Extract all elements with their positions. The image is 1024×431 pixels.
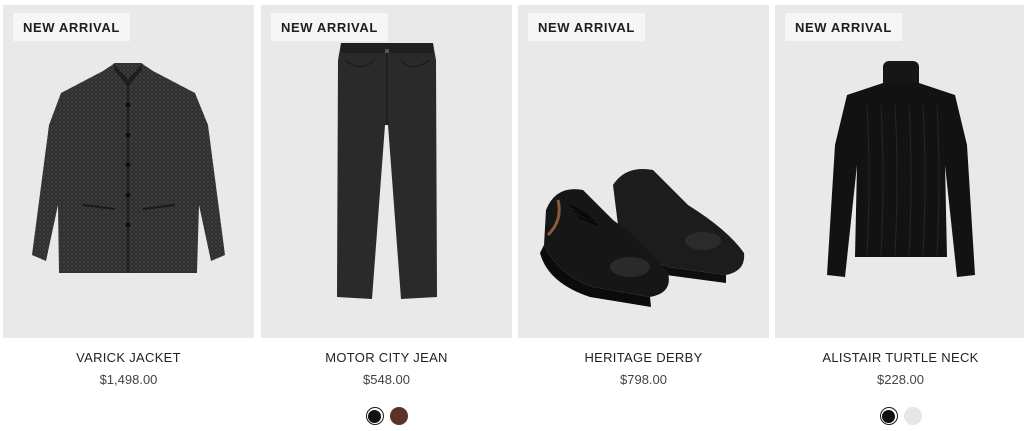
jacket-image <box>32 63 225 273</box>
swatch-brown-dot <box>389 407 408 425</box>
turtleneck-image <box>827 61 975 277</box>
new-arrival-badge: NEW ARRIVAL <box>785 13 902 41</box>
new-arrival-badge: NEW ARRIVAL <box>271 13 388 41</box>
product-name[interactable]: ALISTAIR TURTLE NECK <box>775 350 1024 365</box>
product-price: $1,498.00 <box>99 372 158 387</box>
swatch-light-gray-dot <box>903 407 922 425</box>
product-name[interactable]: VARICK JACKET <box>3 350 254 365</box>
swatch-light-gray[interactable] <box>903 407 922 425</box>
product-image-link[interactable]: NEW ARRIVAL <box>775 5 1024 338</box>
color-swatches <box>261 407 512 425</box>
new-arrival-badge: NEW ARRIVAL <box>528 13 645 41</box>
product-card-varick-jacket[interactable]: NEW ARRIVAL VARICK JACKET $1,498.00 <box>3 5 254 431</box>
product-price: $798.00 <box>620 372 667 387</box>
product-grid: NEW ARRIVAL VARICK JACKET $1,498.00 NEW … <box>0 0 1024 431</box>
product-card-motor-city-jean[interactable]: NEW ARRIVAL MOTOR CITY JEAN $548.00 <box>261 5 512 431</box>
product-name[interactable]: HERITAGE DERBY <box>518 350 769 365</box>
swatch-black[interactable] <box>365 407 384 425</box>
product-card-alistair-turtle-neck[interactable]: NEW ARRIVAL ALISTAIR TURTLE NECK $228.00 <box>775 5 1024 431</box>
product-price: $548.00 <box>363 372 410 387</box>
product-name[interactable]: MOTOR CITY JEAN <box>261 350 512 365</box>
product-price: $228.00 <box>877 372 924 387</box>
shoe-image <box>540 169 745 307</box>
product-image-link[interactable]: NEW ARRIVAL <box>518 5 769 338</box>
swatch-black[interactable] <box>879 407 898 425</box>
swatch-brown[interactable] <box>389 407 408 425</box>
product-image-link[interactable]: NEW ARRIVAL <box>261 5 512 338</box>
jean-image <box>337 43 437 299</box>
product-card-heritage-derby[interactable]: NEW ARRIVAL HERITAGE DERBY $798.00 <box>518 5 769 431</box>
new-arrival-badge: NEW ARRIVAL <box>13 13 130 41</box>
swatch-black-dot <box>368 409 381 423</box>
color-swatches <box>775 407 1024 425</box>
swatch-black-dot <box>882 409 895 423</box>
product-image-link[interactable]: NEW ARRIVAL <box>3 5 254 338</box>
